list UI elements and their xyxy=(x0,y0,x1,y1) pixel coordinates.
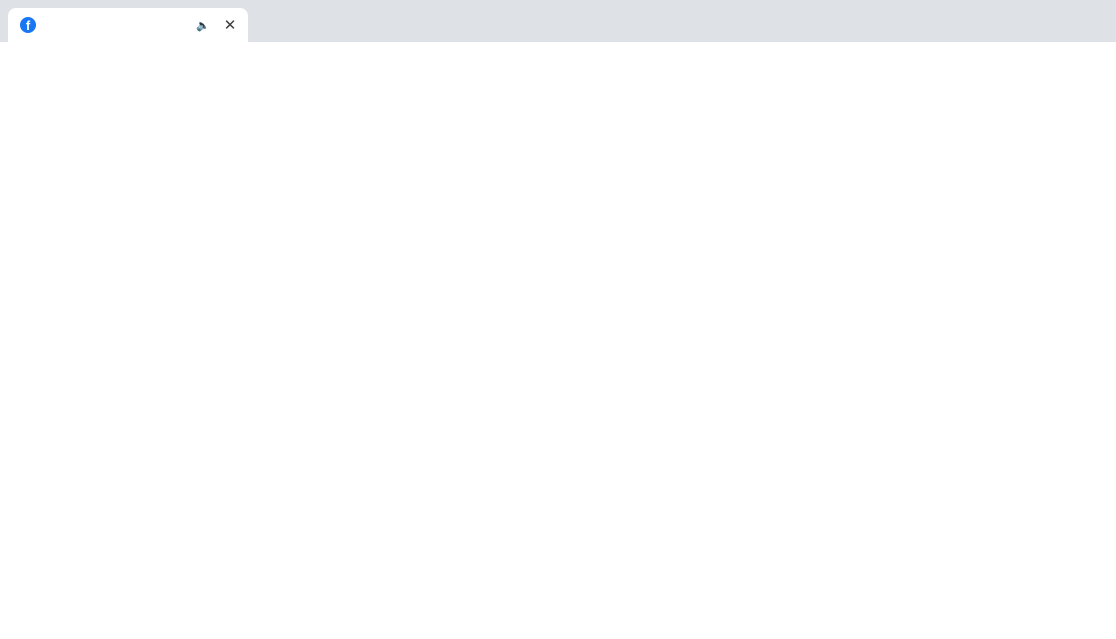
facebook-favicon-icon: f xyxy=(20,17,36,33)
browser-tab[interactable]: f 🔈 ✕ xyxy=(8,8,248,42)
tab-strip: f 🔈 ✕ xyxy=(0,0,1116,42)
close-tab-icon[interactable]: ✕ xyxy=(222,16,238,34)
speaker-icon[interactable]: 🔈 xyxy=(196,19,210,32)
